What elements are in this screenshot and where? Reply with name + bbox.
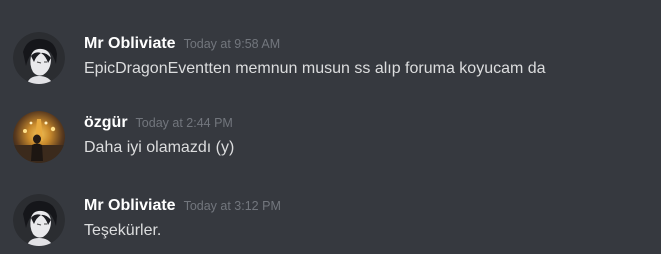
user-avatar[interactable] <box>13 111 65 163</box>
message-content: Daha iyi olamazdı (y) <box>84 139 235 156</box>
message-timestamp: Today at 9:58 AM <box>183 37 281 51</box>
message-item: Mr Obliviate Today at 9:58 AM EpicDragonE… <box>0 32 661 92</box>
username[interactable]: özgür <box>84 114 128 131</box>
message-header: Mr Obliviate Today at 9:58 AM <box>84 34 280 54</box>
message-content: Teşekürler. <box>84 222 162 239</box>
message-header: özgür Today at 2:44 PM <box>84 113 233 133</box>
user-avatar[interactable] <box>13 194 65 246</box>
message-content: EpicDragonEventten memnun musun ss alıp … <box>84 60 546 77</box>
username[interactable]: Mr Obliviate <box>84 197 176 214</box>
anime-character-avatar-icon <box>13 32 65 84</box>
anime-character-avatar-icon <box>13 194 65 246</box>
message-timestamp: Today at 3:12 PM <box>183 199 281 213</box>
message-item: Mr Obliviate Today at 3:12 PM Teşekürler. <box>0 194 661 254</box>
night-cityscape-avatar-icon <box>13 111 65 163</box>
message-item: özgür Today at 2:44 PM Daha iyi olamazdı … <box>0 111 661 171</box>
message-timestamp: Today at 2:44 PM <box>135 116 233 130</box>
user-avatar[interactable] <box>13 32 65 84</box>
chat-messages: Mr Obliviate Today at 9:58 AM EpicDragonE… <box>0 0 661 254</box>
username[interactable]: Mr Obliviate <box>84 35 176 52</box>
message-header: Mr Obliviate Today at 3:12 PM <box>84 196 281 216</box>
